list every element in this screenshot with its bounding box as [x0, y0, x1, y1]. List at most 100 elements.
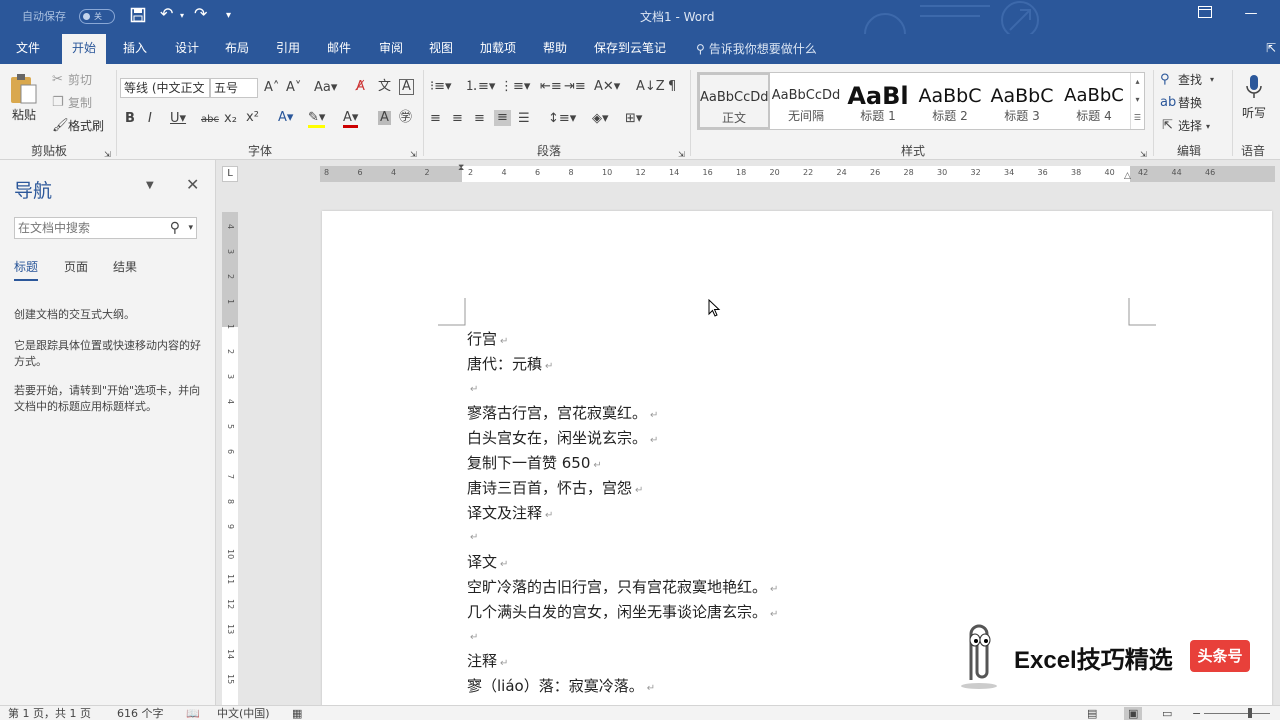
styles-launcher-icon[interactable]: ⇲: [1140, 148, 1147, 162]
font-name-select[interactable]: 等线 (中文正文: [120, 78, 210, 98]
autosave-toggle[interactable]: 关: [79, 9, 115, 24]
undo-dropdown-icon[interactable]: ▾: [180, 8, 184, 24]
horizontal-ruler[interactable]: 8 6 4 2 2 4 6 8 10 12 14 16 18 20 22 24 26 28 30 32 34 36 38 40…: [320, 163, 1275, 182]
styles-scroll[interactable]: ▴ ▾ ☰: [1130, 73, 1144, 129]
document-line[interactable]: 行宫 ↵: [467, 328, 508, 349]
dictate-button[interactable]: 听写: [1240, 74, 1268, 124]
italic-icon[interactable]: I: [148, 112, 152, 126]
zoom-slider-thumb[interactable]: [1248, 708, 1252, 718]
document-line[interactable]: 寥（liáo）落：寂寞冷落。 ↵: [467, 675, 655, 696]
subscript-icon[interactable]: x₂: [224, 112, 237, 126]
tab-mailings[interactable]: 邮件: [327, 40, 351, 56]
align-left-icon[interactable]: ≡: [430, 112, 441, 126]
font-color-icon[interactable]: A▾: [343, 111, 359, 128]
phonetic-guide-icon[interactable]: 文: [378, 80, 391, 94]
format-painter-button[interactable]: 格式刷: [68, 119, 104, 133]
print-layout-icon[interactable]: ▣: [1124, 707, 1143, 720]
macro-icon[interactable]: ▦: [292, 707, 302, 720]
replace-button[interactable]: 替换: [1178, 96, 1202, 110]
bullets-icon[interactable]: ⁝≡▾: [430, 80, 452, 94]
tab-home[interactable]: 开始: [62, 34, 107, 65]
right-indent-marker-icon[interactable]: △: [1124, 171, 1131, 181]
center-icon[interactable]: ≡: [452, 112, 463, 126]
minimize-icon[interactable]: —: [1236, 6, 1266, 26]
increase-indent-icon[interactable]: ⇥≡: [564, 80, 586, 94]
tab-references[interactable]: 引用: [276, 40, 300, 56]
zoom-slider[interactable]: [1204, 708, 1270, 718]
highlight-icon[interactable]: ✎▾: [308, 111, 326, 128]
bold-icon[interactable]: B: [125, 112, 135, 126]
undo-icon[interactable]: ↶: [160, 6, 173, 22]
customize-qat-icon[interactable]: ▾: [226, 8, 231, 24]
document-line[interactable]: 寥落古行宫，宫花寂寞红。 ↵: [467, 402, 658, 423]
redo-icon[interactable]: ↷: [194, 6, 207, 22]
tab-layout[interactable]: 布局: [225, 40, 249, 56]
change-case-icon[interactable]: Aa▾: [314, 81, 337, 95]
tab-selector[interactable]: L: [222, 166, 238, 182]
style-no-spacing[interactable]: AaBbCcDd 无间隔: [770, 73, 842, 129]
close-icon[interactable]: ✕: [186, 175, 199, 194]
style-heading-3[interactable]: AaBbC 标题 3: [986, 73, 1058, 129]
style-normal[interactable]: AaBbCcDd 正文: [698, 73, 770, 129]
enclose-characters-icon[interactable]: ㊫: [399, 111, 412, 125]
cut-button[interactable]: 剪切: [68, 73, 92, 87]
indent-marker-icon[interactable]: ⧗: [458, 163, 464, 173]
web-layout-icon[interactable]: ▭: [1162, 707, 1172, 720]
tab-help[interactable]: 帮助: [543, 40, 567, 56]
tab-insert[interactable]: 插入: [123, 40, 147, 56]
find-dropdown-icon[interactable]: ▾: [1210, 73, 1214, 87]
tab-file[interactable]: 文件: [16, 40, 40, 56]
strikethrough-icon[interactable]: abc: [201, 113, 219, 127]
tell-me-box[interactable]: ⚲ 告诉我你想要做什么: [696, 40, 817, 57]
proofing-icon[interactable]: 📖: [186, 707, 200, 720]
page-count[interactable]: 第 1 页，共 1 页: [8, 707, 91, 720]
document-line[interactable]: 译文 ↵: [467, 551, 508, 572]
grow-font-icon[interactable]: A˄: [264, 81, 279, 95]
document-line[interactable]: 白头宫女在，闲坐说玄宗。 ↵: [467, 427, 658, 448]
find-button[interactable]: 查找: [1178, 73, 1202, 87]
save-icon[interactable]: [130, 7, 146, 28]
font-size-select[interactable]: 五号: [210, 78, 258, 98]
tab-addins[interactable]: 加载项: [480, 40, 516, 56]
character-border-icon[interactable]: A: [399, 79, 414, 95]
select-dropdown-icon[interactable]: ▾: [1206, 120, 1210, 134]
document-line[interactable]: ↵: [467, 626, 478, 644]
document-line[interactable]: ↵: [467, 526, 478, 544]
read-mode-icon[interactable]: ▤: [1087, 707, 1097, 720]
align-right-icon[interactable]: ≡: [474, 112, 485, 126]
vertical-ruler[interactable]: 4 3 2 1 1 2 3 4 5 6 7 8 9 10 11 12 13 14 15: [222, 212, 238, 705]
multilevel-list-icon[interactable]: ⋮≡▾: [500, 80, 530, 94]
search-dropdown-icon[interactable]: ▾: [188, 218, 193, 238]
numbering-icon[interactable]: ⒈≡▾: [465, 80, 495, 94]
tab-view[interactable]: 视图: [429, 40, 453, 56]
line-spacing-icon[interactable]: ↕≡▾: [548, 112, 576, 126]
document-line[interactable]: 复制下一首赞 650 ↵: [467, 452, 602, 473]
nav-tab-results[interactable]: 结果: [113, 258, 137, 275]
document-line[interactable]: 空旷冷落的古旧行宫，只有宫花寂寞地艳红。 ↵: [467, 576, 778, 597]
document-line[interactable]: 注释 ↵: [467, 650, 508, 671]
underline-icon[interactable]: U▾: [170, 112, 186, 126]
paragraph-launcher-icon[interactable]: ⇲: [678, 148, 685, 162]
language-indicator[interactable]: 中文(中国): [217, 707, 270, 720]
zoom-out-icon[interactable]: −: [1192, 707, 1201, 720]
style-heading-4[interactable]: AaBbC 标题 4: [1058, 73, 1130, 129]
nav-options-icon[interactable]: ▼: [146, 180, 154, 191]
copy-button[interactable]: 复制: [68, 96, 92, 110]
tab-design[interactable]: 设计: [175, 40, 199, 56]
word-count[interactable]: 616 个字: [117, 707, 164, 720]
paste-button[interactable]: 粘贴: [8, 72, 44, 128]
sort-icon[interactable]: A↓Z: [636, 80, 665, 94]
style-heading-1[interactable]: AaBl 标题 1: [842, 73, 914, 129]
style-heading-2[interactable]: AaBbC 标题 2: [914, 73, 986, 129]
document-line[interactable]: 唐诗三百首，怀古，宫怨 ↵: [467, 477, 643, 498]
character-shading-icon[interactable]: A: [378, 111, 391, 125]
document-line[interactable]: 译文及注释 ↵: [467, 502, 553, 523]
tab-save-to-cloud-notes[interactable]: 保存到云笔记: [594, 40, 666, 56]
chinese-layout-icon[interactable]: A✕▾: [594, 80, 620, 94]
search-icon[interactable]: ⚲: [170, 218, 180, 238]
select-button[interactable]: 选择: [1178, 119, 1202, 133]
show-marks-icon[interactable]: ¶: [668, 80, 676, 94]
document-line[interactable]: 唐代：元稹 ↵: [467, 353, 553, 374]
shading-icon[interactable]: ◈▾: [592, 112, 609, 126]
borders-icon[interactable]: ⊞▾: [625, 112, 642, 126]
